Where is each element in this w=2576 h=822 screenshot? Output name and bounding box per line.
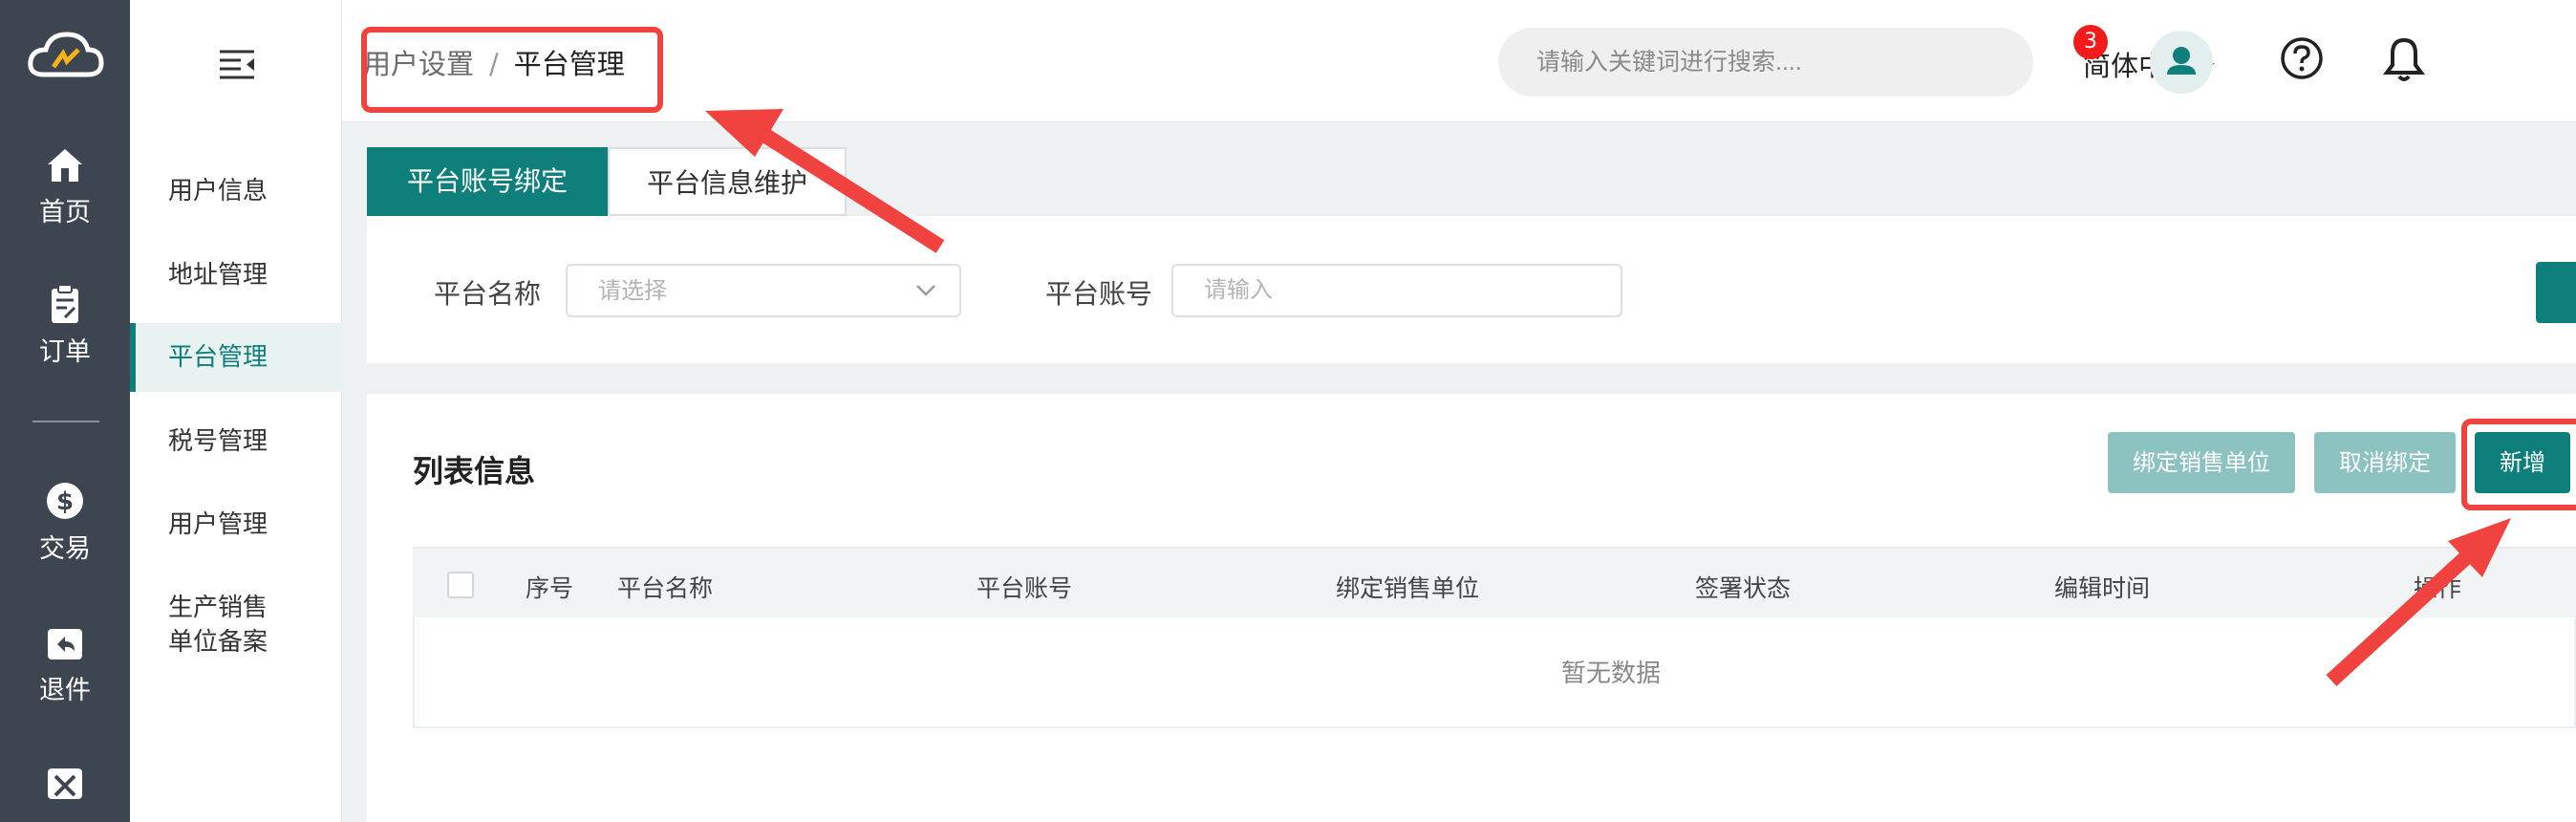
top-header: 用户设置/平台管理 简体中文 3: [342, 0, 2576, 122]
empty-state-text: 暂无数据: [1560, 660, 1661, 688]
rail-label: 订单: [39, 337, 91, 367]
column-header: 操作: [2414, 574, 2462, 602]
rail-label: 退件: [39, 676, 91, 705]
notification-badge: 3: [2073, 25, 2108, 59]
bell-icon[interactable]: [2381, 34, 2427, 84]
rail-item-home[interactable]: 首页: [0, 143, 130, 228]
submenu-item-address[interactable]: 地址管理: [130, 258, 342, 292]
submenu-item-user-info[interactable]: 用户信息: [130, 174, 342, 208]
annotation-highlight-breadcrumb: [361, 27, 663, 113]
left-rail: 首页 订单 $ 交易 退件: [0, 0, 130, 822]
column-header: 平台账号: [977, 574, 1073, 602]
select-all-checkbox[interactable]: [447, 572, 474, 598]
cloud-logo-icon[interactable]: [25, 29, 105, 86]
rail-item-trade[interactable]: $ 交易: [0, 480, 130, 565]
column-header: 签署状态: [1695, 574, 1792, 602]
tab-platform-info-maintenance[interactable]: 平台信息维护: [608, 147, 847, 216]
submenu-item-tax-id[interactable]: 税号管理: [130, 424, 342, 459]
platform-account-label: 平台账号: [1045, 278, 1153, 310]
help-icon[interactable]: [2280, 36, 2324, 80]
settings-submenu: 用户信息 地址管理 平台管理 税号管理 用户管理 生产销售 单位备案: [130, 0, 342, 822]
list-panel: 列表信息 绑定销售单位 取消绑定 新增 序号 平台名称 平台账号 绑定销售单位 …: [367, 394, 2576, 822]
avatar[interactable]: [2150, 31, 2213, 94]
rail-label: 交易: [39, 534, 91, 564]
rail-item-return[interactable]: 退件: [0, 621, 130, 706]
annotation-highlight-add: [2461, 419, 2576, 510]
column-header: 序号: [526, 574, 574, 602]
rail-item-orders[interactable]: 订单: [0, 283, 130, 368]
tab-platform-account-binding[interactable]: 平台账号绑定: [367, 147, 608, 216]
filter-panel: 平台名称 请选择 平台账号: [367, 216, 2576, 363]
dollar-icon: $: [47, 483, 83, 519]
search-input[interactable]: [1498, 28, 2033, 97]
column-header: 绑定销售单位: [1336, 574, 1480, 602]
home-icon: [48, 149, 82, 182]
table-body: 暂无数据: [413, 617, 2576, 728]
list-title: 列表信息: [413, 453, 536, 489]
bind-sales-unit-button[interactable]: 绑定销售单位: [2108, 432, 2295, 493]
platform-name-label: 平台名称: [434, 278, 542, 310]
rail-divider: [32, 421, 99, 422]
submenu-item-platform[interactable]: 平台管理: [130, 323, 342, 392]
column-header: 平台名称: [617, 574, 714, 602]
tools-box-icon: [48, 768, 82, 799]
rail-item-tools[interactable]: [0, 761, 130, 809]
submenu-item-user-manage[interactable]: 用户管理: [130, 508, 342, 542]
submenu-item-production-line1[interactable]: 生产销售: [130, 591, 342, 625]
menu-collapse-icon[interactable]: [218, 48, 256, 80]
unbind-button[interactable]: 取消绑定: [2314, 432, 2456, 493]
chevron-down-icon: [916, 285, 935, 296]
clipboard-icon: [52, 284, 78, 323]
return-box-icon: [48, 629, 82, 660]
platform-name-placeholder: 请选择: [598, 277, 667, 304]
rail-label: 首页: [39, 198, 91, 227]
svg-text:$: $: [56, 487, 74, 516]
column-header: 编辑时间: [2054, 574, 2151, 602]
query-button[interactable]: [2536, 262, 2576, 323]
user-icon: [2167, 47, 2196, 75]
platform-name-select[interactable]: 请选择: [566, 264, 961, 317]
submenu-item-production-line2[interactable]: 单位备案: [130, 625, 342, 660]
table-header: 序号 平台名称 平台账号 绑定销售单位 签署状态 编辑时间 操作: [413, 547, 2576, 617]
platform-account-input[interactable]: [1171, 264, 1622, 317]
